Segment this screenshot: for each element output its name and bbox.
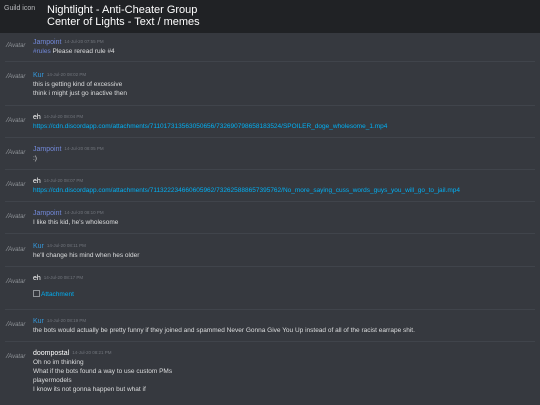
author-name[interactable]: eh (33, 114, 41, 121)
channel-mention[interactable]: #rules (33, 48, 51, 55)
avatar[interactable]: ⁄Avatar (7, 42, 31, 58)
avatar[interactable]: ⁄Avatar (7, 213, 31, 229)
message-text: playermodels (33, 377, 72, 384)
message-timestamp: 14-Jul-20 08:02 PM (46, 72, 87, 77)
message-divider (5, 266, 535, 267)
message-timestamp: 14-Jul-20 08:04 PM (43, 114, 84, 119)
message-text: What if the bots found a way to use cust… (33, 368, 173, 375)
author-name[interactable]: Jampoint (33, 146, 61, 153)
message-divider (5, 137, 535, 138)
guild-icon: Guild icon (4, 5, 36, 12)
channel-name: Center of Lights - Text / memes (47, 16, 200, 28)
message-divider (5, 309, 535, 310)
message-timestamp: 14-Jul-20 08:07 PM (43, 178, 84, 183)
guild-title: Nightlight - Anti-Cheater Group Center o… (47, 4, 200, 28)
avatar[interactable]: ⁄Avatar (7, 117, 31, 133)
message-divider (5, 201, 535, 202)
message-text: the bots would actually be pretty funny … (33, 327, 415, 334)
broken-image-icon (33, 290, 40, 297)
avatar[interactable]: ⁄Avatar (7, 246, 31, 262)
avatar[interactable]: ⁄Avatar (7, 353, 31, 369)
message-text: I know its not gonna happen but what if (33, 386, 146, 393)
message-text: Oh no im thinking (33, 359, 84, 366)
avatar[interactable]: ⁄Avatar (7, 321, 31, 337)
message-timestamp: 14-Jul-20 07:55 PM (64, 39, 104, 44)
message-timestamp: 14-Jul-20 08:10 PM (64, 210, 104, 215)
author-name[interactable]: Kur (33, 318, 44, 325)
message-link[interactable]: https://cdn.discordapp.com/attachments/7… (33, 122, 534, 131)
message-text: I like this kid, he's wholesome (33, 219, 119, 226)
message-text: think i might just go inactive then (33, 90, 127, 97)
message-timestamp: 14-Jul-20 08:17 PM (43, 275, 84, 280)
guild-header: Guild icon Nightlight - Anti-Cheater Gro… (0, 0, 540, 33)
message-text: #rules Please reread rule #4 (33, 48, 115, 55)
message-link[interactable]: https://cdn.discordapp.com/attachments/7… (33, 186, 534, 195)
author-name[interactable]: Kur (33, 72, 44, 79)
message-divider (5, 341, 535, 342)
message-divider (5, 169, 535, 170)
author-name[interactable]: eh (33, 178, 41, 185)
message-timestamp: 14-Jul-20 08:19 PM (46, 318, 87, 323)
message-text: this is getting kind of excessive (33, 81, 123, 88)
author-name[interactable]: eh (33, 275, 41, 282)
message-divider (5, 105, 535, 106)
avatar[interactable]: ⁄Avatar (7, 278, 31, 294)
message-divider (5, 233, 535, 234)
message-list[interactable]: ⁄Avatar Jampoint 14-Jul-20 07:55 PM #rule… (0, 33, 540, 405)
avatar[interactable]: ⁄Avatar (7, 181, 31, 197)
author-name[interactable]: doompostal (33, 350, 69, 357)
avatar[interactable]: ⁄Avatar (7, 149, 31, 165)
message-timestamp: 14-Jul-20 08:05 PM (64, 146, 104, 151)
avatar[interactable]: ⁄Avatar (7, 73, 31, 89)
message-timestamp: 14-Jul-20 08:21 PM (72, 350, 112, 355)
author-name[interactable]: Jampoint (33, 39, 61, 46)
guild-name: Nightlight - Anti-Cheater Group (47, 4, 198, 16)
message-text: he'll change his mind when hes older (33, 252, 140, 259)
attachment-image[interactable]: Attachment (33, 290, 534, 299)
message-divider (5, 61, 535, 62)
message-timestamp: 14-Jul-20 08:11 PM (46, 243, 86, 248)
author-name[interactable]: Kur (33, 243, 44, 250)
author-name[interactable]: Jampoint (33, 210, 61, 217)
message-text: :) (33, 155, 37, 162)
